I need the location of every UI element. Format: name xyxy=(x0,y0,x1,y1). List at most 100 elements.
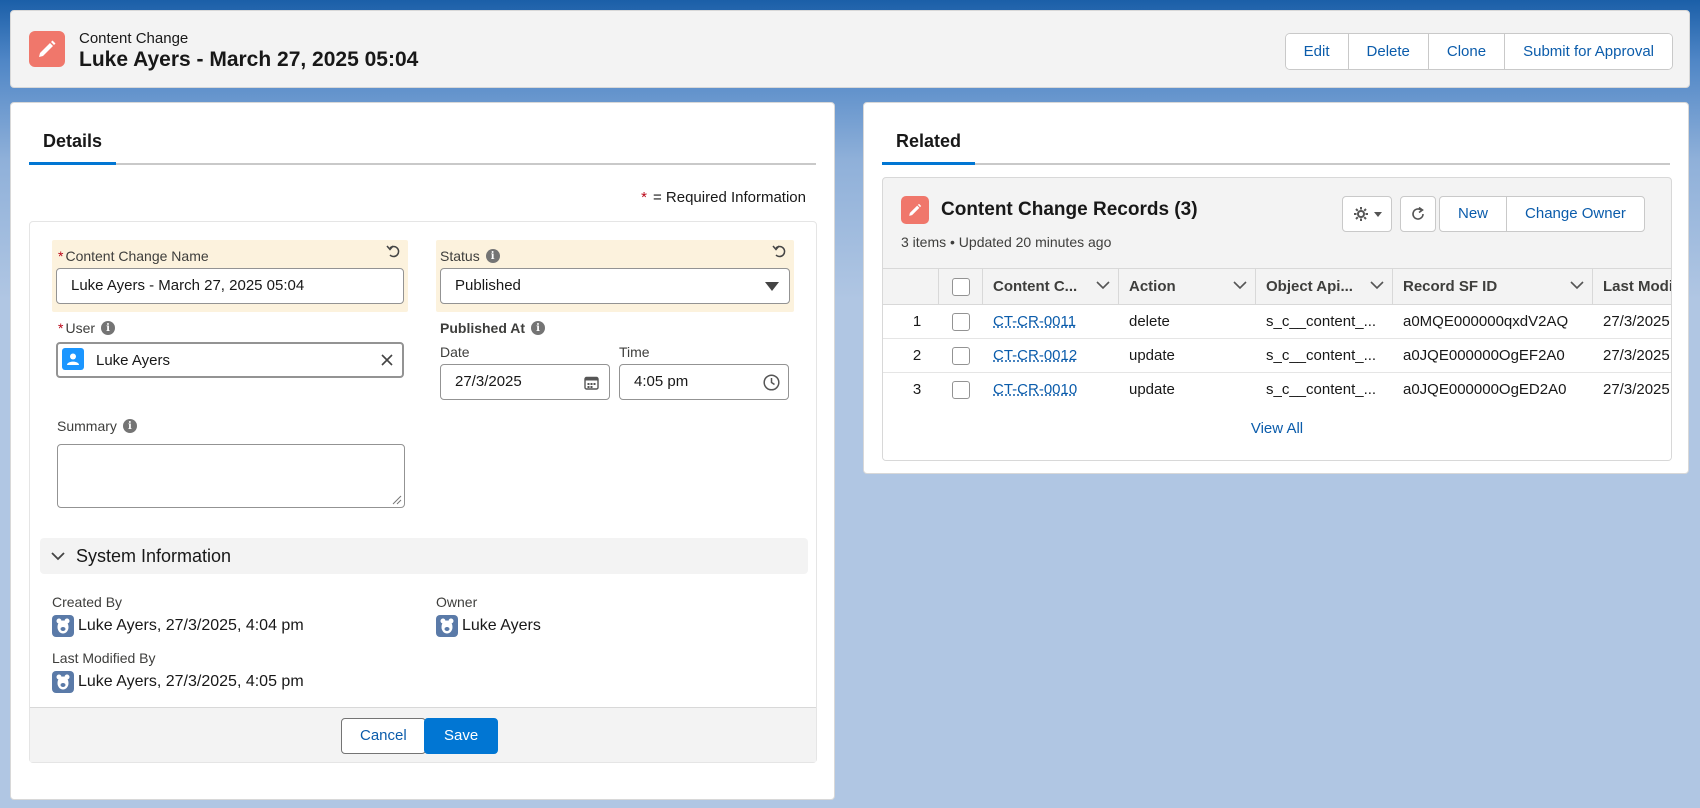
record-link[interactable]: CT-CR-0010 xyxy=(993,381,1077,398)
required-star: * xyxy=(641,189,647,206)
clock-icon[interactable] xyxy=(763,374,780,391)
column-header-action[interactable]: Action xyxy=(1119,269,1256,304)
last-modified-cell: 27/3/2025 xyxy=(1603,313,1670,330)
content-change-name-input[interactable]: Luke Ayers - March 27, 2025 05:04 xyxy=(56,268,404,304)
refresh-icon xyxy=(1410,206,1426,222)
select-all-cell xyxy=(939,269,983,304)
table-row: 3 CT-CR-0010 update s_c__content_... a0J… xyxy=(883,373,1671,407)
user-value: Luke Ayers xyxy=(96,352,170,369)
avatar xyxy=(436,615,458,637)
save-button[interactable]: Save xyxy=(424,718,499,754)
owner-value: Luke Ayers xyxy=(436,615,541,637)
record-id-cell: a0MQE000000qxdV2AQ xyxy=(1403,313,1569,330)
action-cell: update xyxy=(1129,347,1175,364)
related-list-actions: New Change Owner xyxy=(1439,196,1645,232)
list-settings-button[interactable] xyxy=(1342,196,1392,232)
refresh-button[interactable] xyxy=(1400,196,1436,232)
time-label: Time xyxy=(619,344,650,360)
summary-textarea[interactable] xyxy=(57,444,405,508)
row-number: 1 xyxy=(912,313,922,330)
status-label: Status i xyxy=(440,248,500,264)
calendar-icon[interactable] xyxy=(584,375,599,390)
related-list-subtitle: 3 items • Updated 20 minutes ago xyxy=(901,234,1112,250)
content-change-name-label: * Content Change Name xyxy=(58,248,209,264)
related-card: Related Content Change Records (3) 3 ite… xyxy=(863,102,1689,474)
chevron-down-icon[interactable] xyxy=(1096,281,1110,290)
last-modified-by-label: Last Modified By xyxy=(52,650,156,666)
owner-label: Owner xyxy=(436,594,478,610)
last-modified-cell: 27/3/2025 xyxy=(1603,347,1670,364)
user-field: * User i Luke Ayers xyxy=(52,312,408,378)
created-by-value: Luke Ayers, 27/3/2025, 4:04 pm xyxy=(52,615,304,637)
object-type-label: Content Change xyxy=(79,30,189,47)
time-input[interactable]: 4:05 pm xyxy=(619,364,789,400)
new-button[interactable]: New xyxy=(1440,197,1508,231)
related-list-title[interactable]: Content Change Records (3) xyxy=(941,199,1198,221)
chevron-down-icon[interactable] xyxy=(1370,281,1384,290)
row-number: 3 xyxy=(912,381,922,398)
record-header: Content Change Luke Ayers - March 27, 20… xyxy=(10,10,1690,88)
status-select[interactable]: Published xyxy=(440,268,790,304)
column-header-last-modified[interactable]: Last Modi xyxy=(1593,269,1671,304)
column-header-object-api[interactable]: Object Api... xyxy=(1256,269,1393,304)
edit-button[interactable]: Edit xyxy=(1285,34,1349,69)
created-by-label: Created By xyxy=(52,594,123,610)
info-icon[interactable]: i xyxy=(531,321,546,335)
header-actions: Edit Delete Clone Submit for Approval xyxy=(1284,33,1673,70)
delete-button[interactable]: Delete xyxy=(1348,34,1429,69)
clone-button[interactable]: Clone xyxy=(1428,34,1506,69)
column-header-content-change[interactable]: Content C... xyxy=(983,269,1119,304)
submit-for-approval-button[interactable]: Submit for Approval xyxy=(1505,34,1672,69)
details-card: Details * = Required Information * Conten… xyxy=(10,102,835,800)
table-row: 1 CT-CR-0011 delete s_c__content_... a0M… xyxy=(883,305,1671,339)
undo-icon[interactable] xyxy=(386,244,402,260)
last-modified-by-value: Luke Ayers, 27/3/2025, 4:05 pm xyxy=(52,671,304,693)
row-number: 2 xyxy=(912,347,922,364)
last-modified-cell: 27/3/2025 xyxy=(1603,381,1670,398)
change-owner-button[interactable]: Change Owner xyxy=(1507,197,1644,231)
view-all-link[interactable]: View All xyxy=(883,406,1671,460)
user-icon xyxy=(62,348,84,370)
related-records-table: Content C... Action Object Api... Record… xyxy=(883,268,1671,407)
select-all-checkbox[interactable] xyxy=(951,277,970,296)
column-header-record-sf-id[interactable]: Record SF ID xyxy=(1393,269,1593,304)
resize-handle-icon[interactable] xyxy=(392,495,402,505)
clear-icon[interactable] xyxy=(380,353,394,367)
action-cell: delete xyxy=(1129,313,1170,330)
user-lookup[interactable]: Luke Ayers xyxy=(56,342,404,378)
record-title: Luke Ayers - March 27, 2025 05:04 xyxy=(79,48,419,71)
summary-label: Summary i xyxy=(57,418,137,434)
record-id-cell: a0JQE000000OgEF2A0 xyxy=(1403,347,1565,364)
row-checkbox[interactable] xyxy=(952,312,970,331)
date-input[interactable]: 27/3/2025 xyxy=(440,364,610,400)
info-icon[interactable]: i xyxy=(485,249,500,263)
required-information-text: = Required Information xyxy=(652,189,806,206)
info-icon[interactable]: i xyxy=(101,321,116,335)
info-icon[interactable]: i xyxy=(122,419,137,433)
row-checkbox[interactable] xyxy=(952,346,970,365)
system-information-section-toggle[interactable]: System Information xyxy=(40,538,808,574)
record-link[interactable]: CT-CR-0012 xyxy=(993,347,1077,364)
avatar xyxy=(52,615,74,637)
object-api-cell: s_c__content_... xyxy=(1266,313,1377,330)
record-link[interactable]: CT-CR-0011 xyxy=(993,313,1076,330)
tab-related[interactable]: Related xyxy=(882,123,976,165)
table-header-row: Content C... Action Object Api... Record… xyxy=(883,268,1671,305)
content-change-name-field: * Content Change Name Luke Ayers - March… xyxy=(52,240,408,312)
required-star: * xyxy=(58,248,64,264)
form-footer: Cancel Save xyxy=(30,707,816,762)
undo-icon[interactable] xyxy=(772,244,788,260)
published-at-label: Published At i xyxy=(440,320,546,336)
edit-form: * Content Change Name Luke Ayers - March… xyxy=(29,221,817,763)
chevron-down-icon xyxy=(765,282,779,291)
row-checkbox[interactable] xyxy=(952,380,970,399)
record-id-cell: a0JQE000000OgED2A0 xyxy=(1403,381,1567,398)
cancel-button[interactable]: Cancel xyxy=(341,718,426,754)
required-information-note: * = Required Information xyxy=(641,189,806,206)
chevron-down-icon[interactable] xyxy=(1233,281,1247,290)
required-star: * xyxy=(58,320,64,336)
chevron-down-icon[interactable] xyxy=(1570,281,1584,290)
status-field: Status i Published xyxy=(436,240,794,312)
pencil-icon xyxy=(29,31,65,67)
tab-details[interactable]: Details xyxy=(29,123,117,165)
